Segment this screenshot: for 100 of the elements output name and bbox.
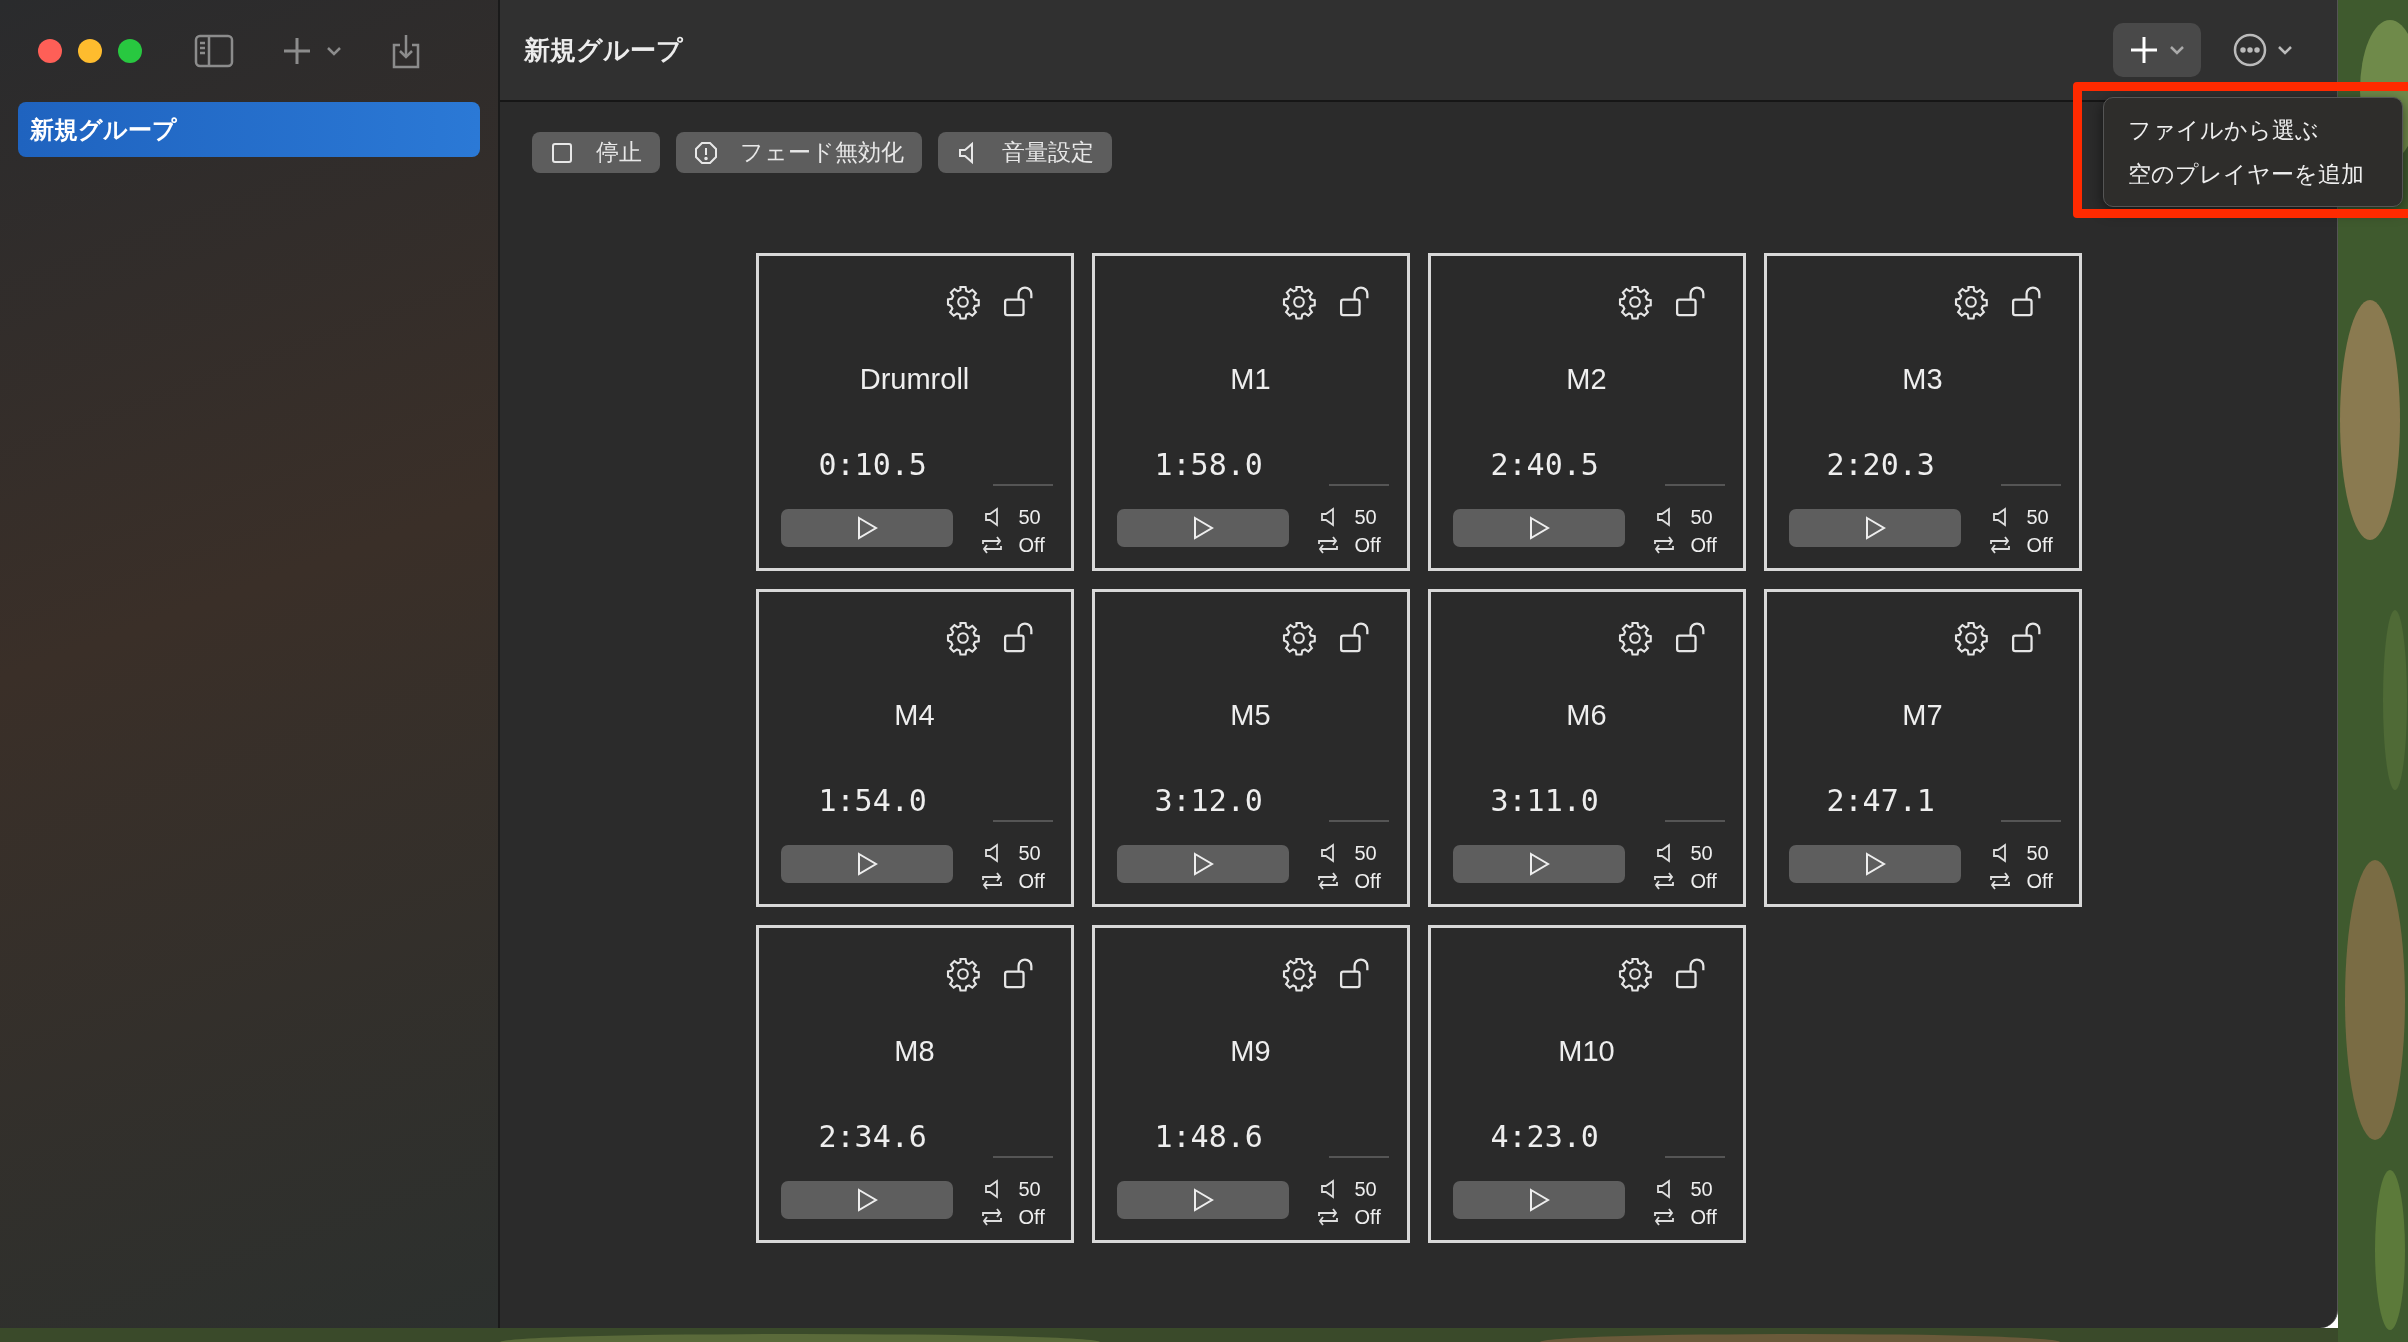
player-name: M10 — [1557, 1034, 1616, 1069]
speaker-icon — [1654, 1179, 1673, 1199]
play-icon — [855, 1188, 878, 1212]
add-button[interactable] — [2113, 23, 2201, 77]
caret-icon — [2169, 45, 2185, 55]
loop-status: Off — [1018, 1205, 1045, 1230]
volume-value: 50 — [1018, 1177, 1042, 1202]
speaker-icon — [1654, 843, 1673, 863]
repeat-icon — [979, 1207, 1004, 1227]
plus-icon — [282, 36, 312, 66]
settings-icon[interactable] — [1280, 620, 1317, 656]
caret-icon — [326, 46, 342, 56]
volume-value: 50 — [1018, 505, 1042, 530]
loop-status: Off — [1354, 533, 1381, 558]
loop-status: Off — [1018, 869, 1045, 894]
player-name: M3 — [1901, 362, 1944, 397]
player-name: M6 — [1565, 698, 1608, 733]
repeat-icon — [1651, 871, 1676, 891]
stop-icon — [550, 140, 574, 165]
loop-status: Off — [1354, 1205, 1381, 1230]
menu-item[interactable]: 空のプレイヤーを追加 — [2104, 152, 2402, 196]
settings-icon[interactable] — [1280, 284, 1317, 320]
time-readout: 2:20.3 — [1826, 445, 1936, 484]
settings-icon[interactable] — [1280, 956, 1317, 992]
loop-status: Off — [1018, 533, 1045, 558]
loop-status: Off — [1354, 869, 1381, 894]
volume-value: 50 — [1354, 841, 1378, 866]
player-name: M8 — [893, 1034, 936, 1069]
repeat-icon — [1315, 871, 1340, 891]
time-readout: 2:34.6 — [818, 1117, 928, 1156]
volume-value: 50 — [1354, 1177, 1378, 1202]
close-button[interactable] — [38, 39, 62, 63]
add-menu-button[interactable] — [282, 36, 342, 66]
player-name: M1 — [1229, 362, 1272, 397]
warning-icon — [694, 140, 718, 165]
repeat-icon — [1987, 871, 2012, 891]
loop-status: Off — [1690, 869, 1717, 894]
settings-icon[interactable] — [1616, 620, 1653, 656]
stop-button[interactable]: 停止 — [532, 132, 660, 173]
repeat-icon — [1987, 535, 2012, 555]
sidebar-item[interactable]: 新規グループ — [18, 102, 480, 157]
repeat-icon — [979, 871, 1004, 891]
sidebar-toggle-icon[interactable] — [194, 34, 234, 68]
repeat-icon — [979, 535, 1004, 555]
play-icon — [1527, 516, 1550, 540]
settings-icon[interactable] — [1952, 620, 1989, 656]
time-readout: 3:12.0 — [1154, 781, 1264, 820]
speaker-icon — [982, 843, 1001, 863]
speaker-icon — [1318, 1179, 1337, 1199]
speaker-icon — [982, 1179, 1001, 1199]
time-readout: 3:11.0 — [1490, 781, 1600, 820]
zoom-button[interactable] — [118, 39, 142, 63]
loop-status: Off — [2026, 533, 2053, 558]
volume-value: 50 — [1690, 841, 1714, 866]
settings-icon[interactable] — [944, 956, 981, 992]
play-icon — [1191, 1188, 1214, 1212]
minimize-button[interactable] — [78, 39, 102, 63]
repeat-icon — [1651, 1207, 1676, 1227]
volume-value: 50 — [1018, 841, 1042, 866]
loop-status: Off — [2026, 869, 2053, 894]
repeat-icon — [1651, 535, 1676, 555]
volume-value: 50 — [2026, 505, 2050, 530]
player-name: M5 — [1229, 698, 1272, 733]
caret-icon — [2277, 45, 2293, 55]
play-icon — [1191, 516, 1214, 540]
speaker-icon — [1318, 843, 1337, 863]
player-name: M7 — [1901, 698, 1944, 733]
speaker-icon — [1990, 843, 2009, 863]
loop-status: Off — [1690, 533, 1717, 558]
play-icon — [1527, 1188, 1550, 1212]
settings-icon[interactable] — [1616, 956, 1653, 992]
speaker-icon — [1990, 507, 2009, 527]
menu-item[interactable]: ファイルから選ぶ — [2104, 108, 2402, 152]
settings-icon[interactable] — [944, 620, 981, 656]
volume-value: 50 — [2026, 841, 2050, 866]
settings-icon[interactable] — [944, 284, 981, 320]
export-icon[interactable] — [390, 33, 422, 69]
plus-icon — [2129, 35, 2159, 65]
time-readout: 1:48.6 — [1154, 1117, 1264, 1156]
play-icon — [1191, 852, 1214, 876]
time-readout: 0:10.5 — [818, 445, 928, 484]
play-icon — [855, 516, 878, 540]
fade-off-button[interactable]: フェード無効化 — [676, 132, 922, 173]
player-name: M2 — [1565, 362, 1608, 397]
repeat-icon — [1315, 535, 1340, 555]
volume-value: 50 — [1690, 505, 1714, 530]
play-icon — [1863, 852, 1886, 876]
volume-button[interactable]: 音量設定 — [938, 132, 1112, 173]
settings-icon[interactable] — [1952, 284, 1989, 320]
time-readout: 2:47.1 — [1826, 781, 1936, 820]
settings-icon[interactable] — [1616, 284, 1653, 320]
window-title: 新規グループ — [524, 33, 683, 67]
time-readout: 2:40.5 — [1490, 445, 1600, 484]
more-icon — [2233, 33, 2267, 67]
volume-value: 50 — [1354, 505, 1378, 530]
speaker-icon — [982, 507, 1001, 527]
play-icon — [1863, 516, 1886, 540]
play-icon — [1527, 852, 1550, 876]
time-readout: 1:58.0 — [1154, 445, 1264, 484]
speaker-icon — [1654, 507, 1673, 527]
